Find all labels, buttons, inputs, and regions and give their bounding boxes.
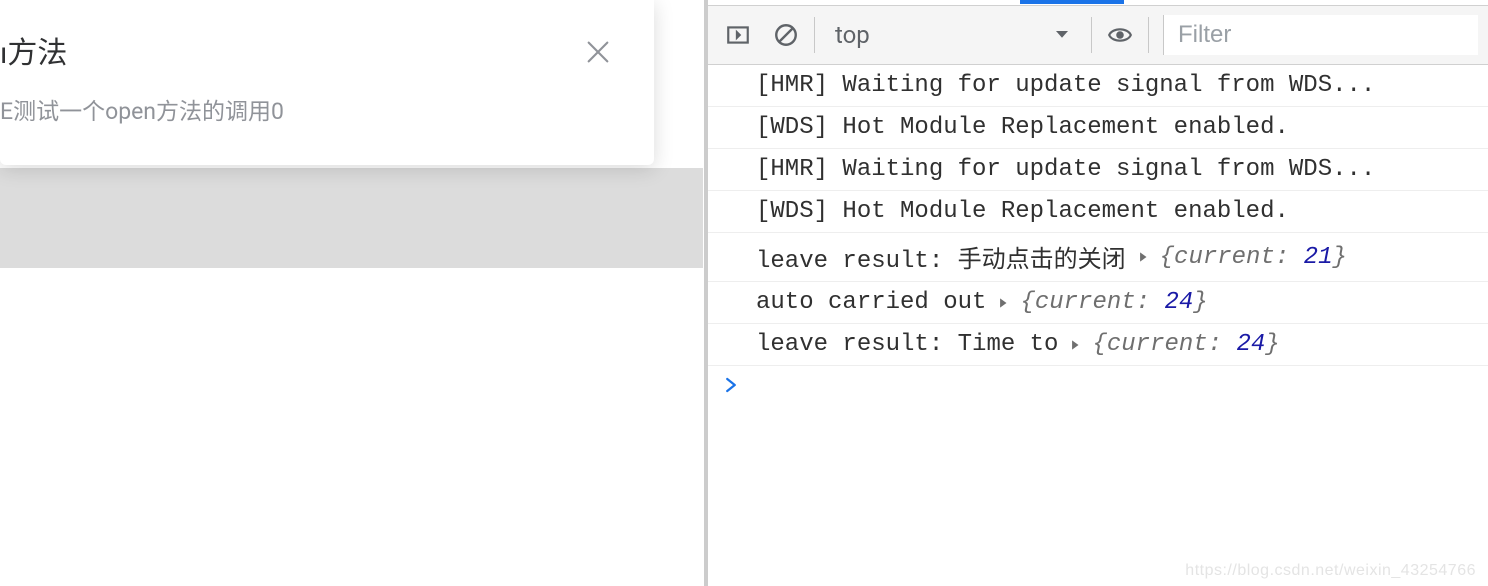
- filter-input[interactable]: [1163, 15, 1478, 55]
- active-tab-indicator: [1020, 0, 1124, 4]
- toolbar-separator: [1148, 17, 1149, 53]
- expand-arrow-icon[interactable]: [1136, 250, 1150, 264]
- toolbar-separator: [814, 17, 815, 53]
- console-row: [WDS] Hot Module Replacement enabled.: [708, 191, 1488, 233]
- eye-icon: [1107, 22, 1133, 48]
- log-text: [WDS] Hot Module Replacement enabled.: [756, 114, 1289, 141]
- devtools-pane: top [HMR] Waiting for update signal from…: [708, 0, 1488, 586]
- close-icon: [582, 36, 614, 68]
- clear-console-button[interactable]: [766, 15, 806, 55]
- close-button[interactable]: [582, 36, 614, 68]
- live-expression-button[interactable]: [1100, 15, 1140, 55]
- prompt-chevron-icon: [722, 376, 740, 394]
- context-selector[interactable]: top: [823, 15, 1083, 55]
- log-text: [HMR] Waiting for update signal from WDS…: [756, 156, 1375, 183]
- watermark-text: https://blog.csdn.net/weixin_43254766: [1185, 562, 1476, 580]
- console-prompt[interactable]: [708, 366, 1488, 404]
- background-band: [0, 168, 703, 268]
- app-pane: ı方法 E测试一个open方法的调用0: [0, 0, 703, 586]
- modal-dialog: ı方法 E测试一个open方法的调用0: [0, 0, 654, 165]
- context-label: top: [835, 21, 870, 49]
- log-text: auto carried out: [756, 289, 986, 316]
- console-row: auto carried out {current: 24}: [708, 282, 1488, 324]
- chevron-down-icon: [1053, 21, 1071, 49]
- console-toolbar: top: [708, 5, 1488, 65]
- console-row: leave result: Time to {current: 24}: [708, 324, 1488, 366]
- toolbar-separator: [1091, 17, 1092, 53]
- console-row: [WDS] Hot Module Replacement enabled.: [708, 107, 1488, 149]
- expand-arrow-icon[interactable]: [1068, 338, 1082, 352]
- console-row: leave result: 手动点击的关闭 {current: 21}: [708, 233, 1488, 282]
- modal-title: ı方法: [0, 28, 654, 72]
- log-text: leave result: Time to: [756, 331, 1058, 358]
- log-text: [WDS] Hot Module Replacement enabled.: [756, 198, 1289, 225]
- console-output: [HMR] Waiting for update signal from WDS…: [708, 65, 1488, 366]
- log-object[interactable]: {current: 24}: [1092, 331, 1279, 358]
- console-row: [HMR] Waiting for update signal from WDS…: [708, 65, 1488, 107]
- toggle-sidebar-button[interactable]: [718, 15, 758, 55]
- expand-arrow-icon[interactable]: [996, 296, 1010, 310]
- console-row: [HMR] Waiting for update signal from WDS…: [708, 149, 1488, 191]
- panel-icon: [725, 22, 751, 48]
- filter-wrap: [1163, 15, 1478, 55]
- clear-icon: [773, 22, 799, 48]
- log-text: [HMR] Waiting for update signal from WDS…: [756, 72, 1375, 99]
- log-object[interactable]: {current: 24}: [1020, 289, 1207, 316]
- modal-body: E测试一个open方法的调用0: [0, 92, 654, 126]
- log-object[interactable]: {current: 21}: [1160, 244, 1347, 271]
- log-text: leave result: 手动点击的关闭: [756, 239, 1126, 275]
